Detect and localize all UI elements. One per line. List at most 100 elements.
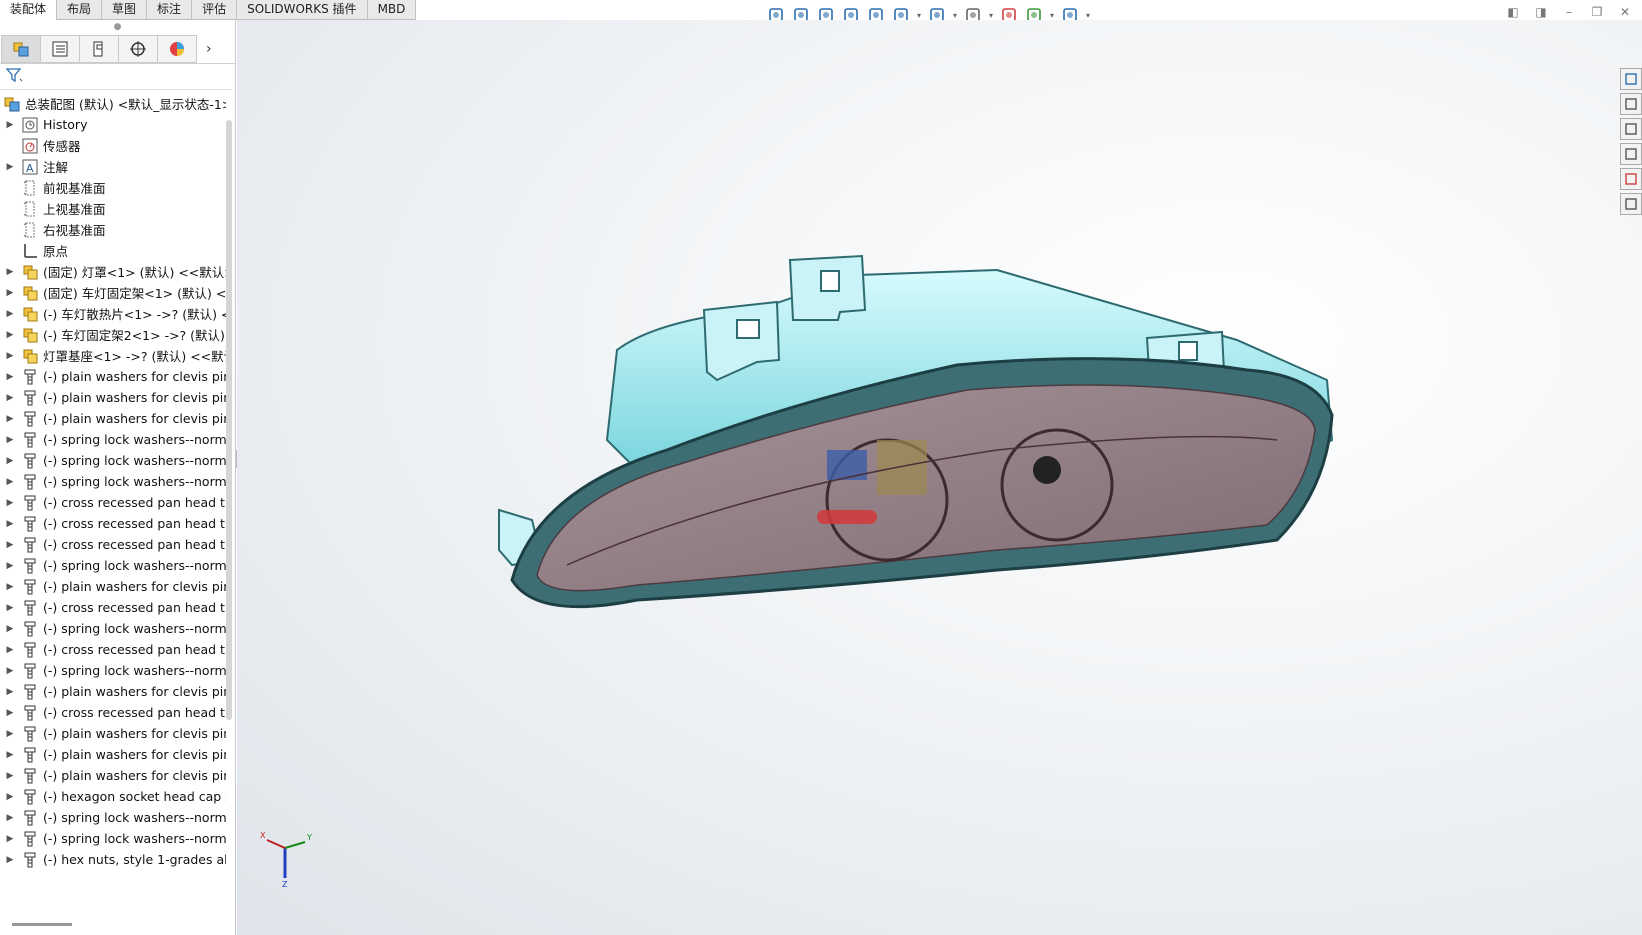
filter-icon[interactable] bbox=[5, 66, 23, 87]
panel-grip[interactable]: ● bbox=[0, 20, 235, 34]
expand-arrow-icon[interactable]: ▶ bbox=[0, 771, 20, 781]
chevron-right-icon[interactable]: › bbox=[206, 41, 212, 57]
tree-item[interactable]: ▶ (-) spring lock washers--norm bbox=[0, 807, 226, 828]
tree-item[interactable]: ▶ (-) cross recessed pan head t bbox=[0, 639, 226, 660]
tree-root[interactable]: 总装配图 (默认) <默认_显示状态-1> bbox=[0, 93, 226, 114]
tab-4[interactable]: 评估 bbox=[192, 0, 238, 20]
expand-arrow-icon[interactable]: ▶ bbox=[0, 309, 20, 319]
expand-arrow-icon[interactable]: ▶ bbox=[0, 519, 20, 529]
featuremanager-icon[interactable] bbox=[1, 34, 41, 63]
graphics-area[interactable]: Y X Z bbox=[237, 20, 1642, 935]
view-palette-icon[interactable] bbox=[1620, 143, 1642, 165]
tree-item[interactable]: ▶ (固定) 灯罩<1> (默认) <<默认> bbox=[0, 261, 226, 282]
expand-arrow-icon[interactable]: ▶ bbox=[0, 414, 20, 424]
expand-arrow-icon[interactable]: ▶ bbox=[0, 561, 20, 571]
tree-item[interactable]: ▶ (-) cross recessed pan head t bbox=[0, 702, 226, 723]
tree-item[interactable]: ▶ (-) spring lock washers--norm bbox=[0, 429, 226, 450]
expand-arrow-icon[interactable]: ▶ bbox=[0, 750, 20, 760]
expand-arrow-icon[interactable]: ▶ bbox=[0, 813, 20, 823]
tree-item[interactable]: 右视基准面 bbox=[0, 219, 226, 240]
tree-item[interactable]: ▶ (-) plain washers for clevis pin bbox=[0, 576, 226, 597]
expand-arrow-icon[interactable]: ▶ bbox=[0, 603, 20, 613]
expand-arrow-icon[interactable]: ▶ bbox=[0, 120, 20, 130]
expand-arrow-icon[interactable]: ▶ bbox=[0, 435, 20, 445]
appearances-icon[interactable] bbox=[1620, 168, 1642, 190]
custom-properties-icon[interactable] bbox=[1620, 193, 1642, 215]
tab-6[interactable]: MBD bbox=[368, 0, 417, 20]
tab-1[interactable]: 布局 bbox=[57, 0, 103, 20]
tree-item[interactable]: ▶ (-) cross recessed pan head t bbox=[0, 534, 226, 555]
file-explorer-icon[interactable] bbox=[1620, 118, 1642, 140]
expand-arrow-icon[interactable]: ▶ bbox=[0, 498, 20, 508]
tree-item[interactable]: ▶ (-) plain washers for clevis pin bbox=[0, 387, 226, 408]
expand-arrow-icon[interactable]: ▶ bbox=[0, 582, 20, 592]
expand-arrow-icon[interactable]: ▶ bbox=[0, 477, 20, 487]
displaymanager-icon[interactable] bbox=[157, 34, 197, 63]
tree-item[interactable]: ▶ (-) plain washers for clevis pin bbox=[0, 366, 226, 387]
tab-2[interactable]: 草图 bbox=[102, 0, 148, 20]
tab-5[interactable]: SOLIDWORKS 插件 bbox=[237, 0, 368, 20]
expand-arrow-icon[interactable]: ▶ bbox=[0, 687, 20, 697]
tree-item[interactable]: ▶ (-) spring lock washers--norm bbox=[0, 471, 226, 492]
tree-item[interactable]: ▶ (-) spring lock washers--norm bbox=[0, 660, 226, 681]
tree-item[interactable]: 前视基准面 bbox=[0, 177, 226, 198]
tree-item[interactable]: ▶ (-) spring lock washers--norm bbox=[0, 618, 226, 639]
tree-item[interactable]: 上视基准面 bbox=[0, 198, 226, 219]
design-library-icon[interactable] bbox=[1620, 93, 1642, 115]
tree-item[interactable]: ▶ (-) hexagon socket head cap s bbox=[0, 786, 226, 807]
tree-item[interactable]: ▶ (-) 车灯固定架2<1> ->? (默认) bbox=[0, 324, 226, 345]
tree-item[interactable]: ▶ (固定) 车灯固定架<1> (默认) << bbox=[0, 282, 226, 303]
tree-item[interactable]: ▶ (-) spring lock washers--norm bbox=[0, 450, 226, 471]
headlamp-assembly-model[interactable] bbox=[237, 20, 1642, 935]
expand-arrow-icon[interactable]: ▶ bbox=[0, 666, 20, 676]
tree-item[interactable]: ▶ (-) plain washers for clevis pin bbox=[0, 744, 226, 765]
configurationmanager-icon[interactable] bbox=[79, 34, 119, 63]
tree-item[interactable]: ▶ (-) plain washers for clevis pin bbox=[0, 765, 226, 786]
tree-item[interactable]: ▶ (-) plain washers for clevis pin bbox=[0, 681, 226, 702]
tile-left-icon[interactable]: ◧ bbox=[1504, 3, 1522, 21]
close-icon[interactable]: ✕ bbox=[1616, 3, 1634, 21]
tree-item[interactable]: ▶ (-) spring lock washers--norm bbox=[0, 828, 226, 849]
tile-right-icon[interactable]: ◨ bbox=[1532, 3, 1550, 21]
propertymanager-icon[interactable] bbox=[40, 34, 80, 63]
tree-item[interactable]: ▶ (-) cross recessed pan head t bbox=[0, 492, 226, 513]
toolbox-part-icon bbox=[20, 473, 40, 491]
tree-item[interactable]: ▶ 灯罩基座<1> ->? (默认) <<默认 bbox=[0, 345, 226, 366]
expand-arrow-icon[interactable]: ▶ bbox=[0, 288, 20, 298]
tree-item[interactable]: ▶ (-) spring lock washers--norm bbox=[0, 555, 226, 576]
tree-item[interactable]: ▶ (-) 车灯散热片<1> ->? (默认) < bbox=[0, 303, 226, 324]
dimxpertmanager-icon[interactable] bbox=[118, 34, 158, 63]
expand-arrow-icon[interactable]: ▶ bbox=[0, 792, 20, 802]
tree-item[interactable]: ▶ History bbox=[0, 114, 226, 135]
expand-arrow-icon[interactable]: ▶ bbox=[0, 834, 20, 844]
solidworks-resources-icon[interactable] bbox=[1620, 68, 1642, 90]
tree-item[interactable]: ▶ (-) cross recessed pan head t bbox=[0, 597, 226, 618]
tree-item[interactable]: 传感器 bbox=[0, 135, 226, 156]
subassembly-icon bbox=[20, 326, 40, 344]
expand-arrow-icon[interactable]: ▶ bbox=[0, 393, 20, 403]
tree-horizontal-scrollbar[interactable] bbox=[12, 923, 72, 926]
expand-arrow-icon[interactable]: ▶ bbox=[0, 855, 20, 865]
tree-item[interactable]: ▶ (-) cross recessed pan head t bbox=[0, 513, 226, 534]
restore-icon[interactable]: ❐ bbox=[1588, 3, 1606, 21]
expand-arrow-icon[interactable]: ▶ bbox=[0, 708, 20, 718]
tree-item[interactable]: ▶ (-) plain washers for clevis pin bbox=[0, 408, 226, 429]
expand-arrow-icon[interactable]: ▶ bbox=[0, 456, 20, 466]
expand-arrow-icon[interactable]: ▶ bbox=[0, 624, 20, 634]
tab-3[interactable]: 标注 bbox=[147, 0, 193, 20]
tree-item[interactable]: ▶ (-) plain washers for clevis pin bbox=[0, 723, 226, 744]
tab-0[interactable]: 装配体 bbox=[0, 0, 58, 20]
expand-arrow-icon[interactable]: ▶ bbox=[0, 729, 20, 739]
expand-arrow-icon[interactable]: ▶ bbox=[0, 267, 20, 277]
tree-item[interactable]: ▶ A 注解 bbox=[0, 156, 226, 177]
expand-arrow-icon[interactable]: ▶ bbox=[0, 372, 20, 382]
tree-item[interactable]: 原点 bbox=[0, 240, 226, 261]
expand-arrow-icon[interactable]: ▶ bbox=[0, 351, 20, 361]
expand-arrow-icon[interactable]: ▶ bbox=[0, 162, 20, 172]
tree-item[interactable]: ▶ (-) hex nuts, style 1-grades ab bbox=[0, 849, 226, 870]
tree-scrollbar[interactable] bbox=[226, 120, 232, 720]
expand-arrow-icon[interactable]: ▶ bbox=[0, 540, 20, 550]
expand-arrow-icon[interactable]: ▶ bbox=[0, 645, 20, 655]
minimize-icon[interactable]: – bbox=[1560, 3, 1578, 21]
expand-arrow-icon[interactable]: ▶ bbox=[0, 330, 20, 340]
